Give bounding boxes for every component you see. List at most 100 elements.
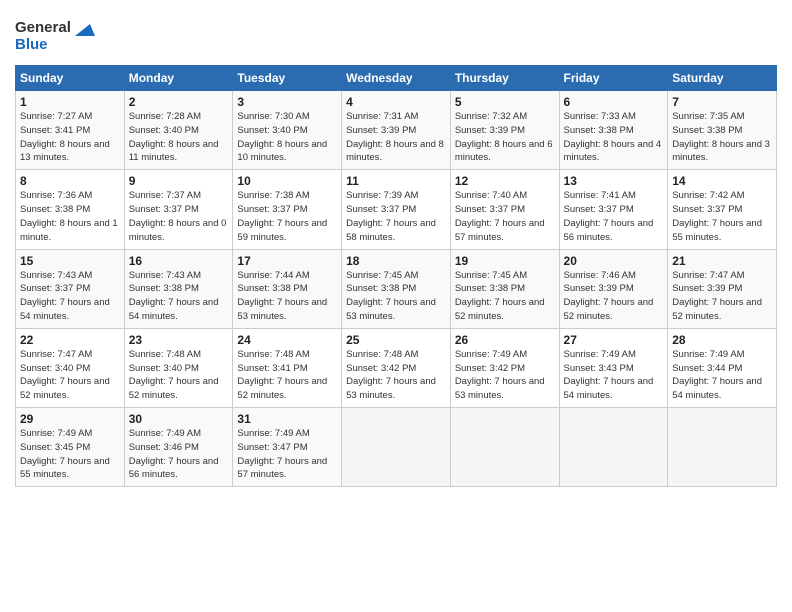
calendar-cell: 14 Sunrise: 7:42 AMSunset: 3:37 PMDaylig… <box>668 170 777 249</box>
logo: General Blue <box>15 14 105 59</box>
calendar-header-wednesday: Wednesday <box>342 66 451 91</box>
day-number: 3 <box>237 95 337 109</box>
day-info: Sunrise: 7:42 AMSunset: 3:37 PMDaylight:… <box>672 190 762 242</box>
calendar-cell: 19 Sunrise: 7:45 AMSunset: 3:38 PMDaylig… <box>450 249 559 328</box>
calendar-cell: 21 Sunrise: 7:47 AMSunset: 3:39 PMDaylig… <box>668 249 777 328</box>
day-info: Sunrise: 7:31 AMSunset: 3:39 PMDaylight:… <box>346 111 444 163</box>
day-number: 21 <box>672 254 772 268</box>
calendar-cell: 24 Sunrise: 7:48 AMSunset: 3:41 PMDaylig… <box>233 328 342 407</box>
calendar-cell: 23 Sunrise: 7:48 AMSunset: 3:40 PMDaylig… <box>124 328 233 407</box>
calendar-cell: 18 Sunrise: 7:45 AMSunset: 3:38 PMDaylig… <box>342 249 451 328</box>
day-number: 15 <box>20 254 120 268</box>
day-info: Sunrise: 7:32 AMSunset: 3:39 PMDaylight:… <box>455 111 553 163</box>
calendar-cell: 31 Sunrise: 7:49 AMSunset: 3:47 PMDaylig… <box>233 408 342 487</box>
day-info: Sunrise: 7:43 AMSunset: 3:37 PMDaylight:… <box>20 270 110 322</box>
calendar-cell: 25 Sunrise: 7:48 AMSunset: 3:42 PMDaylig… <box>342 328 451 407</box>
logo-text: General Blue <box>15 14 105 59</box>
day-info: Sunrise: 7:48 AMSunset: 3:40 PMDaylight:… <box>129 349 219 401</box>
calendar-cell: 26 Sunrise: 7:49 AMSunset: 3:42 PMDaylig… <box>450 328 559 407</box>
day-number: 29 <box>20 412 120 426</box>
day-number: 22 <box>20 333 120 347</box>
calendar-cell: 12 Sunrise: 7:40 AMSunset: 3:37 PMDaylig… <box>450 170 559 249</box>
day-info: Sunrise: 7:49 AMSunset: 3:44 PMDaylight:… <box>672 349 762 401</box>
calendar-cell <box>668 408 777 487</box>
day-info: Sunrise: 7:48 AMSunset: 3:41 PMDaylight:… <box>237 349 327 401</box>
day-info: Sunrise: 7:46 AMSunset: 3:39 PMDaylight:… <box>564 270 654 322</box>
calendar-cell: 8 Sunrise: 7:36 AMSunset: 3:38 PMDayligh… <box>16 170 125 249</box>
day-number: 7 <box>672 95 772 109</box>
calendar-week-row: 15 Sunrise: 7:43 AMSunset: 3:37 PMDaylig… <box>16 249 777 328</box>
day-number: 31 <box>237 412 337 426</box>
day-number: 6 <box>564 95 664 109</box>
calendar-cell: 16 Sunrise: 7:43 AMSunset: 3:38 PMDaylig… <box>124 249 233 328</box>
day-info: Sunrise: 7:36 AMSunset: 3:38 PMDaylight:… <box>20 190 118 242</box>
day-info: Sunrise: 7:47 AMSunset: 3:39 PMDaylight:… <box>672 270 762 322</box>
day-info: Sunrise: 7:44 AMSunset: 3:38 PMDaylight:… <box>237 270 327 322</box>
day-info: Sunrise: 7:39 AMSunset: 3:37 PMDaylight:… <box>346 190 436 242</box>
calendar-header-saturday: Saturday <box>668 66 777 91</box>
day-info: Sunrise: 7:28 AMSunset: 3:40 PMDaylight:… <box>129 111 219 163</box>
calendar-cell: 4 Sunrise: 7:31 AMSunset: 3:39 PMDayligh… <box>342 91 451 170</box>
day-info: Sunrise: 7:38 AMSunset: 3:37 PMDaylight:… <box>237 190 327 242</box>
calendar-header-tuesday: Tuesday <box>233 66 342 91</box>
calendar-cell: 17 Sunrise: 7:44 AMSunset: 3:38 PMDaylig… <box>233 249 342 328</box>
calendar-cell: 10 Sunrise: 7:38 AMSunset: 3:37 PMDaylig… <box>233 170 342 249</box>
day-info: Sunrise: 7:35 AMSunset: 3:38 PMDaylight:… <box>672 111 770 163</box>
calendar-cell <box>342 408 451 487</box>
day-number: 25 <box>346 333 446 347</box>
day-number: 30 <box>129 412 229 426</box>
day-info: Sunrise: 7:49 AMSunset: 3:47 PMDaylight:… <box>237 428 327 480</box>
day-info: Sunrise: 7:49 AMSunset: 3:46 PMDaylight:… <box>129 428 219 480</box>
calendar-header-row: SundayMondayTuesdayWednesdayThursdayFrid… <box>16 66 777 91</box>
day-number: 12 <box>455 174 555 188</box>
calendar-header-monday: Monday <box>124 66 233 91</box>
day-number: 24 <box>237 333 337 347</box>
day-number: 11 <box>346 174 446 188</box>
day-info: Sunrise: 7:37 AMSunset: 3:37 PMDaylight:… <box>129 190 227 242</box>
day-number: 2 <box>129 95 229 109</box>
calendar-cell: 29 Sunrise: 7:49 AMSunset: 3:45 PMDaylig… <box>16 408 125 487</box>
calendar-cell <box>450 408 559 487</box>
calendar-header-sunday: Sunday <box>16 66 125 91</box>
calendar-header-friday: Friday <box>559 66 668 91</box>
day-number: 20 <box>564 254 664 268</box>
day-info: Sunrise: 7:48 AMSunset: 3:42 PMDaylight:… <box>346 349 436 401</box>
day-number: 9 <box>129 174 229 188</box>
day-info: Sunrise: 7:43 AMSunset: 3:38 PMDaylight:… <box>129 270 219 322</box>
page-container: General Blue SundayMondayTuesdayWednesda… <box>0 0 792 612</box>
day-info: Sunrise: 7:27 AMSunset: 3:41 PMDaylight:… <box>20 111 110 163</box>
svg-text:General: General <box>15 19 71 36</box>
calendar-cell <box>559 408 668 487</box>
day-info: Sunrise: 7:49 AMSunset: 3:43 PMDaylight:… <box>564 349 654 401</box>
calendar-cell: 22 Sunrise: 7:47 AMSunset: 3:40 PMDaylig… <box>16 328 125 407</box>
calendar-cell: 20 Sunrise: 7:46 AMSunset: 3:39 PMDaylig… <box>559 249 668 328</box>
calendar-cell: 6 Sunrise: 7:33 AMSunset: 3:38 PMDayligh… <box>559 91 668 170</box>
day-number: 8 <box>20 174 120 188</box>
calendar-cell: 15 Sunrise: 7:43 AMSunset: 3:37 PMDaylig… <box>16 249 125 328</box>
day-number: 23 <box>129 333 229 347</box>
calendar-week-row: 8 Sunrise: 7:36 AMSunset: 3:38 PMDayligh… <box>16 170 777 249</box>
day-number: 1 <box>20 95 120 109</box>
day-number: 27 <box>564 333 664 347</box>
calendar-cell: 9 Sunrise: 7:37 AMSunset: 3:37 PMDayligh… <box>124 170 233 249</box>
day-info: Sunrise: 7:49 AMSunset: 3:45 PMDaylight:… <box>20 428 110 480</box>
day-number: 13 <box>564 174 664 188</box>
calendar-week-row: 1 Sunrise: 7:27 AMSunset: 3:41 PMDayligh… <box>16 91 777 170</box>
svg-text:Blue: Blue <box>15 36 48 53</box>
calendar-cell: 28 Sunrise: 7:49 AMSunset: 3:44 PMDaylig… <box>668 328 777 407</box>
calendar-cell: 11 Sunrise: 7:39 AMSunset: 3:37 PMDaylig… <box>342 170 451 249</box>
day-number: 10 <box>237 174 337 188</box>
day-number: 18 <box>346 254 446 268</box>
calendar-week-row: 22 Sunrise: 7:47 AMSunset: 3:40 PMDaylig… <box>16 328 777 407</box>
calendar-cell: 7 Sunrise: 7:35 AMSunset: 3:38 PMDayligh… <box>668 91 777 170</box>
day-number: 19 <box>455 254 555 268</box>
day-info: Sunrise: 7:41 AMSunset: 3:37 PMDaylight:… <box>564 190 654 242</box>
day-number: 28 <box>672 333 772 347</box>
day-info: Sunrise: 7:40 AMSunset: 3:37 PMDaylight:… <box>455 190 545 242</box>
day-number: 17 <box>237 254 337 268</box>
day-number: 16 <box>129 254 229 268</box>
header: General Blue <box>15 10 777 59</box>
day-info: Sunrise: 7:49 AMSunset: 3:42 PMDaylight:… <box>455 349 545 401</box>
calendar-cell: 2 Sunrise: 7:28 AMSunset: 3:40 PMDayligh… <box>124 91 233 170</box>
calendar-table: SundayMondayTuesdayWednesdayThursdayFrid… <box>15 65 777 487</box>
